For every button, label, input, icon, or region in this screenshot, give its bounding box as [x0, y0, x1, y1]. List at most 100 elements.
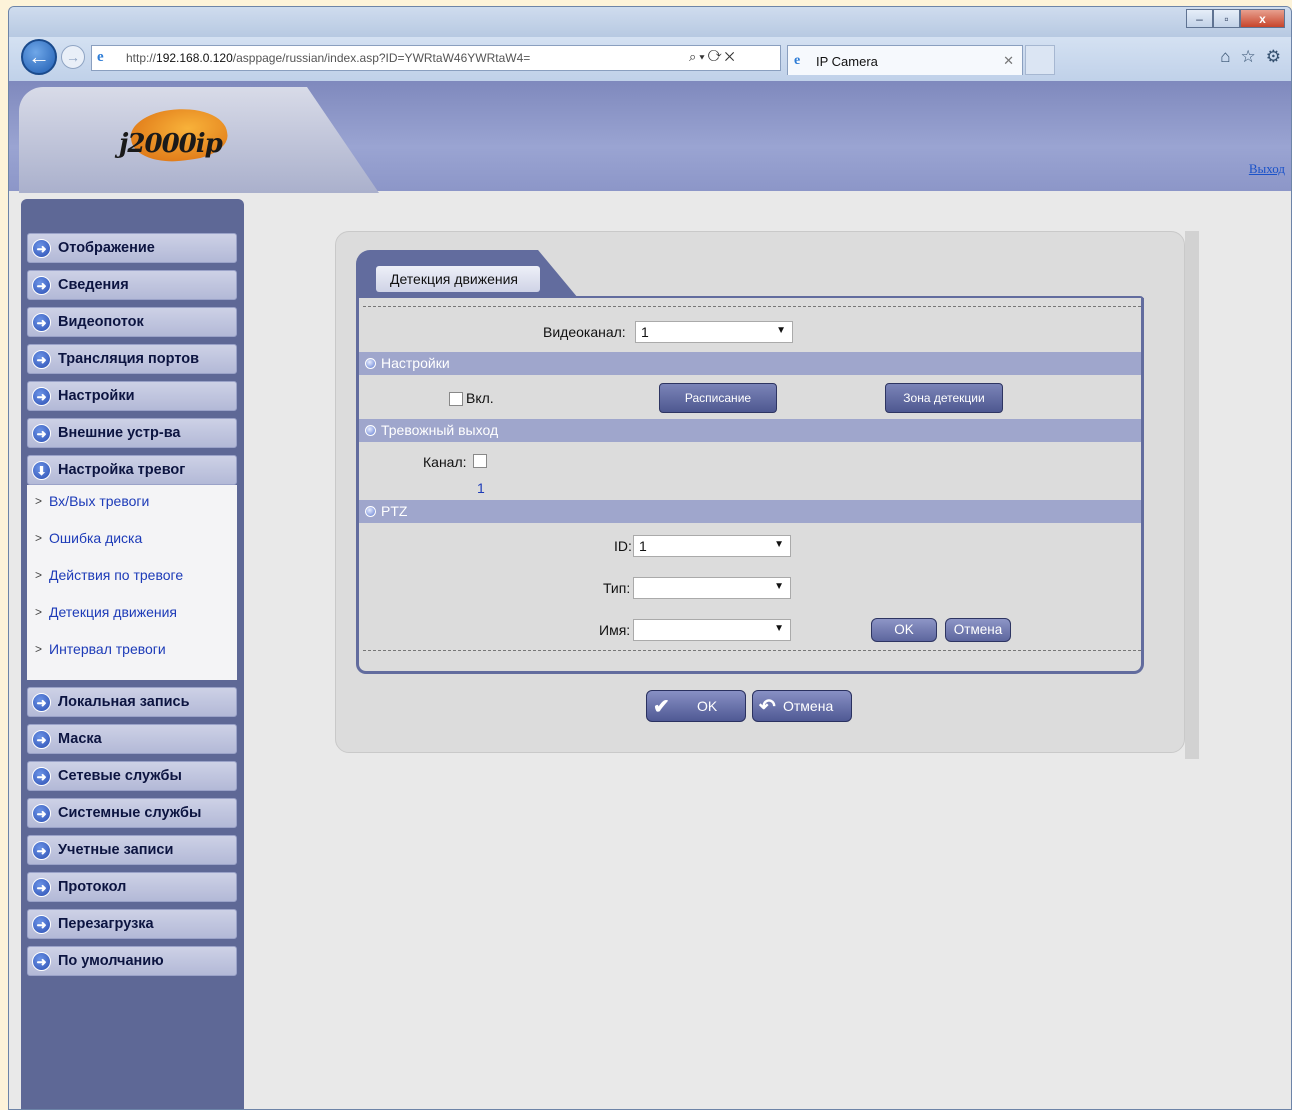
submenu-item-alarm-io[interactable]: > Вх/Вых тревоги: [27, 493, 237, 530]
detection-zone-button[interactable]: Зона детекции: [885, 383, 1003, 413]
chevron-down-icon: ▼: [774, 539, 784, 550]
bullet-icon: [365, 506, 376, 517]
enable-label: Вкл.: [466, 390, 494, 406]
ptz-name-select[interactable]: ▼: [633, 619, 791, 641]
ptz-id-select[interactable]: 1 ▼: [633, 535, 791, 557]
chevron-down-icon: ▼: [774, 623, 784, 634]
submenu-item-alarm-actions[interactable]: > Действия по тревоге: [27, 567, 237, 604]
sidebar-item-network-services[interactable]: ➜ Сетевые службы: [27, 761, 237, 791]
section-title: Настройки: [381, 355, 450, 371]
back-button[interactable]: ←: [21, 39, 57, 75]
sidebar-item-label: Видеопоток: [58, 314, 144, 330]
sidebar-item-reboot[interactable]: ➜ Перезагрузка: [27, 909, 237, 939]
arrow-right-icon: ➜: [32, 239, 51, 258]
tab-title: IP Camera: [816, 54, 878, 69]
sidebar-item-accounts[interactable]: ➜ Учетные записи: [27, 835, 237, 865]
maximize-button[interactable]: ▫: [1213, 9, 1240, 28]
sidebar: ➜ Отображение ➜ Сведения ➜ Видеопоток ➜ Тран…: [21, 199, 244, 1109]
sidebar-item-label: Настройка тревог: [58, 462, 186, 478]
home-icon[interactable]: ⌂: [1220, 47, 1230, 67]
tab-close-icon[interactable]: ✕: [1003, 53, 1014, 69]
arrow-right-icon: ➜: [32, 350, 51, 369]
submenu-item-alarm-interval[interactable]: > Интервал тревоги: [27, 641, 237, 678]
arrow-right-icon: ➜: [32, 387, 51, 406]
chevron-right-icon: >: [35, 568, 43, 582]
sidebar-item-label: Перезагрузка: [58, 916, 154, 932]
ptz-id-label: ID:: [614, 538, 632, 554]
channel-checkbox[interactable]: [473, 454, 487, 468]
sidebar-item-alarm-settings[interactable]: ⬇ Настройка тревог: [27, 455, 237, 485]
alarm-output-section-header: Тревожный выход: [359, 419, 1141, 442]
ptz-id-value: 1: [639, 538, 647, 554]
sidebar-item-label: Маска: [58, 731, 102, 747]
ok-button-label: OK: [697, 698, 718, 714]
enable-checkbox[interactable]: [449, 392, 463, 406]
arrow-right-icon: ➜: [32, 313, 51, 332]
logo: j2000ip: [105, 102, 245, 169]
submenu-item-disk-error[interactable]: > Ошибка диска: [27, 530, 237, 567]
address-tools[interactable]: ⌕▾⟳✕: [689, 49, 738, 65]
sidebar-item-system-services[interactable]: ➜ Системные службы: [27, 798, 237, 828]
close-button[interactable]: x: [1240, 9, 1285, 28]
arrow-right-icon: ➜: [32, 952, 51, 971]
submenu-item-label: Действия по тревоге: [49, 567, 184, 583]
ptz-cancel-button[interactable]: Отмена: [945, 618, 1011, 642]
sidebar-item-label: Отображение: [58, 240, 155, 256]
sidebar-item-label: Системные службы: [58, 805, 202, 821]
browser-tab[interactable]: e IP Camera ✕: [787, 45, 1023, 75]
window-controls: – ▫ x: [1186, 9, 1285, 28]
ptz-section-header: PTZ: [359, 500, 1141, 523]
sidebar-item-protocol[interactable]: ➜ Протокол: [27, 872, 237, 902]
arrow-down-icon: ⬇: [32, 461, 51, 480]
submenu-item-label: Интервал тревоги: [49, 641, 166, 657]
video-channel-value: 1: [641, 324, 649, 340]
sidebar-item-info[interactable]: ➜ Сведения: [27, 270, 237, 300]
sidebar-item-label: Сетевые службы: [58, 768, 182, 784]
dashed-divider: [363, 306, 1141, 307]
undo-icon: ↶: [759, 696, 776, 718]
sidebar-item-port-forwarding[interactable]: ➜ Трансляция портов: [27, 344, 237, 374]
sidebar-item-settings[interactable]: ➜ Настройки: [27, 381, 237, 411]
video-channel-select[interactable]: 1 ▼: [635, 321, 793, 343]
cancel-button[interactable]: ↶ Отмена: [752, 690, 852, 722]
scrollbar-strip[interactable]: [1185, 231, 1199, 759]
submenu-item-motion-detection[interactable]: > Детекция движения: [27, 604, 237, 641]
ptz-type-select[interactable]: ▼: [633, 577, 791, 599]
section-title: Тревожный выход: [381, 422, 499, 438]
address-bar[interactable]: http://192.168.0.120/asppage/russian/ind…: [91, 45, 781, 71]
inner-frame: Видеоканал: 1 ▼ Настройки Вкл. Расписание…: [356, 298, 1144, 674]
ptz-type-label: Тип:: [603, 580, 631, 596]
logout-link[interactable]: Выход: [1249, 161, 1285, 177]
url-host: 192.168.0.120: [156, 51, 233, 65]
sidebar-item-label: Учетные записи: [58, 842, 174, 858]
schedule-button[interactable]: Расписание: [659, 383, 777, 413]
sidebar-item-defaults[interactable]: ➜ По умолчанию: [27, 946, 237, 976]
gear-icon[interactable]: ⚙: [1266, 47, 1281, 67]
logo-text: j2000ip: [119, 129, 223, 159]
sidebar-item-label: По умолчанию: [58, 953, 164, 969]
channel-label: Канал:: [423, 454, 467, 470]
ok-button[interactable]: ✔ OK: [646, 690, 746, 722]
browser-window: – ▫ x ← → http://192.168.0.120/asppage/r…: [8, 6, 1292, 1110]
ptz-ok-button[interactable]: OK: [871, 618, 937, 642]
sidebar-item-display[interactable]: ➜ Отображение: [27, 233, 237, 263]
channel-number: 1: [477, 480, 485, 496]
arrow-right-icon: ➜: [32, 767, 51, 786]
sidebar-item-label: Внешние устр-ва: [58, 425, 181, 441]
dashed-divider: [363, 650, 1141, 651]
motion-detection-panel: Детекция движения Видеоканал: 1 ▼ Настрой…: [335, 231, 1185, 753]
sidebar-item-mask[interactable]: ➜ Маска: [27, 724, 237, 754]
sidebar-item-videostream[interactable]: ➜ Видеопоток: [27, 307, 237, 337]
arrow-right-icon: ➜: [32, 915, 51, 934]
arrow-right-icon: ➜: [32, 276, 51, 295]
sidebar-item-label: Протокол: [58, 879, 127, 895]
sidebar-item-external-devices[interactable]: ➜ Внешние устр-ва: [27, 418, 237, 448]
new-tab-button[interactable]: [1025, 45, 1055, 75]
favorites-icon[interactable]: ☆: [1241, 47, 1256, 67]
arrow-right-icon: ➜: [32, 804, 51, 823]
sidebar-item-local-recording[interactable]: ➜ Локальная запись: [27, 687, 237, 717]
minimize-button[interactable]: –: [1186, 9, 1213, 28]
forward-button[interactable]: →: [61, 45, 85, 69]
sidebar-item-label: Настройки: [58, 388, 135, 404]
cancel-button-label: Отмена: [783, 698, 834, 714]
